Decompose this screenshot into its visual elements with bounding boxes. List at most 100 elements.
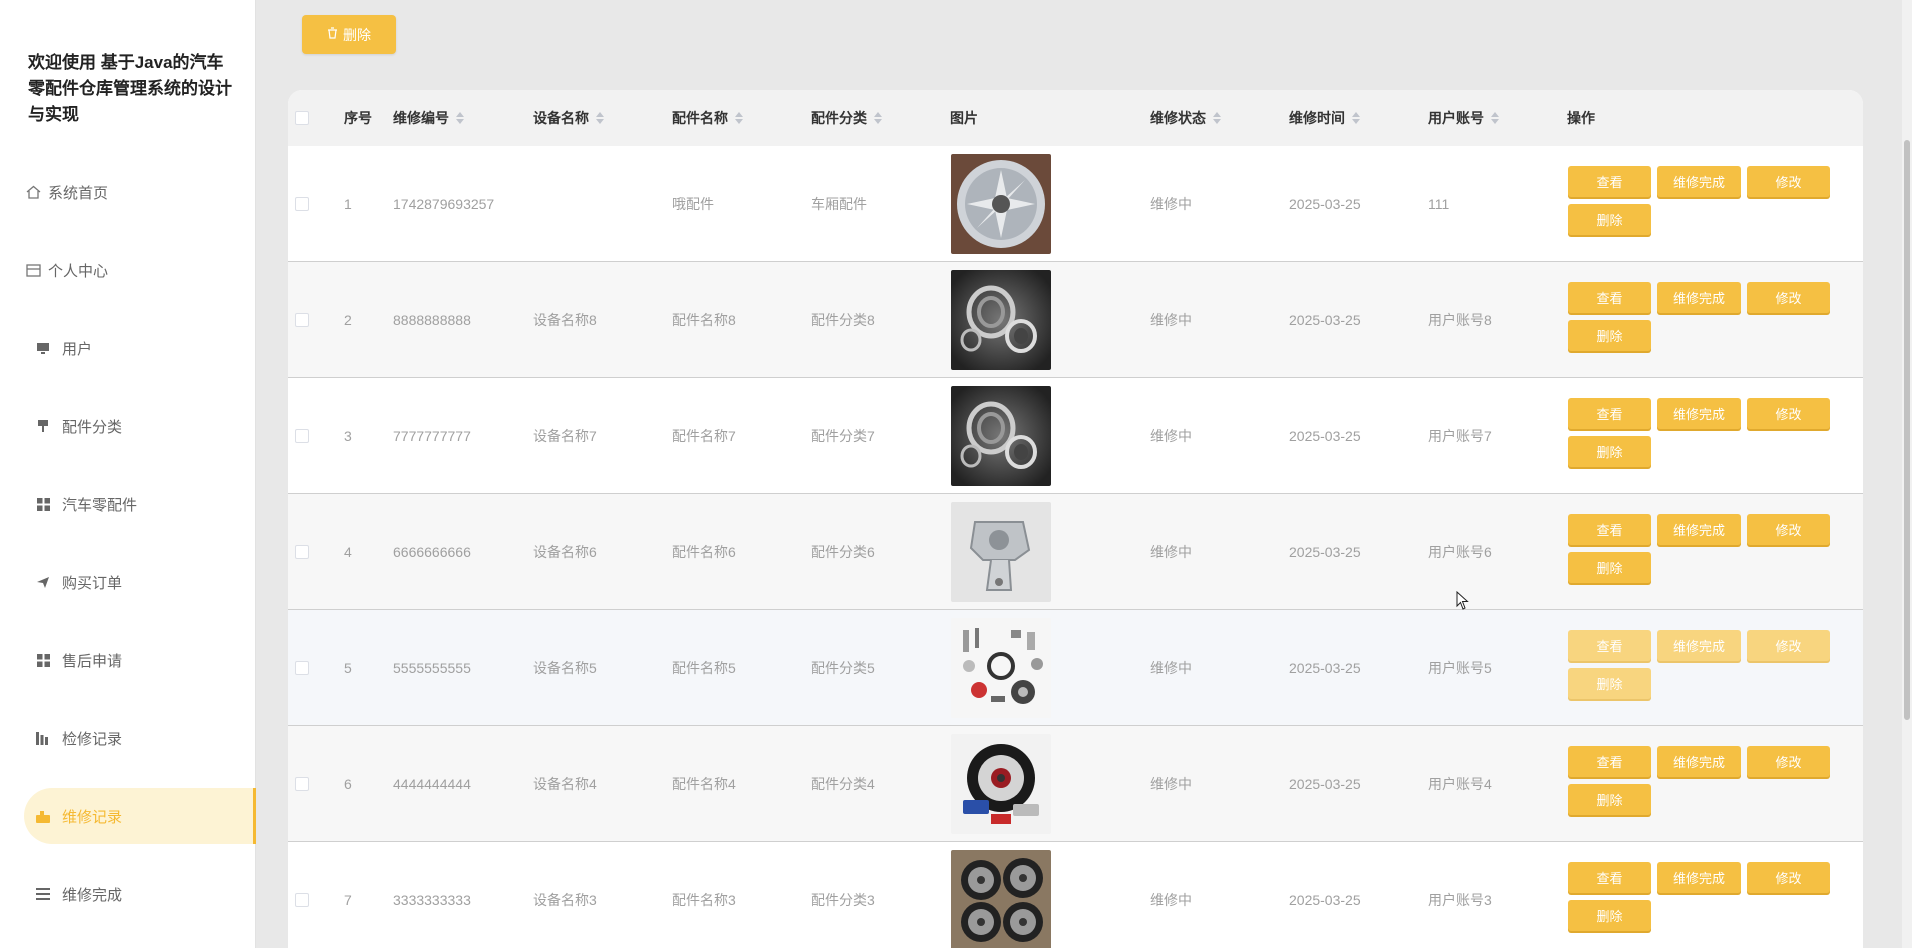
col-category[interactable]: 配件分类 [811,90,882,146]
mark-complete-button[interactable]: 维修完成 [1657,398,1741,429]
sidebar-item-parts[interactable]: 汽车零配件 [24,476,256,532]
edit-button[interactable]: 修改 [1747,398,1830,429]
row-checkbox[interactable] [295,146,309,262]
sort-icon[interactable] [596,111,604,125]
table-row[interactable]: 4 6666666666 设备名称6 配件名称6 配件分类6 维修中 2025-03-25 用… [288,494,1863,610]
table-row[interactable]: 5 5555555555 设备名称5 配件名称5 配件分类5 维修中 2025-03-25 用… [288,610,1863,726]
col-part[interactable]: 配件名称 [672,90,743,146]
delete-button[interactable]: 删除 [1568,784,1651,815]
view-button[interactable]: 查看 [1568,282,1651,313]
edit-button[interactable]: 修改 [1747,282,1830,313]
sort-icon[interactable] [1352,111,1360,125]
part-thumbnail[interactable] [951,850,1051,948]
delete-button[interactable]: 删除 [1568,668,1651,699]
col-ops: 操作 [1567,110,1595,126]
sidebar-item-categories[interactable]: 配件分类 [24,398,256,454]
col-code[interactable]: 维修编号 [393,90,464,146]
col-status[interactable]: 维修状态 [1150,90,1221,146]
cell-image[interactable] [951,146,1051,262]
row-checkbox[interactable] [295,610,309,726]
scrollbar[interactable] [1902,0,1912,948]
sidebar-item-home[interactable]: 系统首页 [24,164,256,220]
sidebar: 欢迎使用 基于Java的汽车零配件仓库管理系统的设计与实现 系统首页 个人中心 … [0,0,256,948]
view-button[interactable]: 查看 [1568,746,1651,777]
edit-button[interactable]: 修改 [1747,514,1830,545]
row-checkbox[interactable] [295,842,309,948]
sidebar-item-users[interactable]: 用户 [24,320,256,376]
part-thumbnail[interactable] [951,154,1051,254]
sidebar-item-repair-complete[interactable]: 维修完成 [24,866,256,922]
sort-icon[interactable] [735,111,743,125]
table-row[interactable]: 3 7777777777 设备名称7 配件名称7 配件分类7 维修中 2025-03-25 用… [288,378,1863,494]
list-icon [34,886,52,902]
delete-button[interactable]: 删除 [1568,900,1651,931]
table-row[interactable]: 6 4444444444 设备名称4 配件名称4 配件分类4 维修中 2025-03-25 用… [288,726,1863,842]
cell-status: 维修中 [1150,312,1192,328]
mark-complete-button[interactable]: 维修完成 [1657,166,1741,197]
table-row[interactable]: 2 8888888888 设备名称8 配件名称8 配件分类8 维修中 2025-03-25 用… [288,262,1863,378]
sort-icon[interactable] [1491,111,1499,125]
delete-button[interactable]: 删除 [1568,320,1651,351]
edit-button[interactable]: 修改 [1747,166,1830,197]
sidebar-item-aftersale[interactable]: 售后申请 [24,632,256,688]
sort-icon[interactable] [1213,111,1221,125]
col-time[interactable]: 维修时间 [1289,90,1360,146]
view-button[interactable]: 查看 [1568,862,1651,893]
table-header: 序号 维修编号 设备名称 配件名称 配件分类 图片 维修状态 维修时间 用户账号… [288,90,1863,146]
row-checkbox[interactable] [295,726,309,842]
cell-time: 2025-03-25 [1289,892,1361,908]
cell-image[interactable] [951,842,1051,948]
sort-icon[interactable] [456,111,464,125]
cell-image[interactable] [951,494,1051,610]
sort-icon[interactable] [874,111,882,125]
mark-complete-button[interactable]: 维修完成 [1657,746,1741,777]
view-button[interactable]: 查看 [1568,514,1651,545]
edit-button[interactable]: 修改 [1747,862,1830,893]
cell-category: 配件分类3 [811,892,875,908]
row-checkbox[interactable] [295,378,309,494]
cell-device: 设备名称4 [533,776,597,792]
part-thumbnail[interactable] [951,734,1051,834]
mark-complete-button[interactable]: 维修完成 [1657,282,1741,313]
cell-category: 配件分类5 [811,660,875,676]
col-account[interactable]: 用户账号 [1428,90,1499,146]
row-checkbox[interactable] [295,494,309,610]
batch-delete-button[interactable]: 删除 [302,15,396,54]
select-all-checkbox[interactable] [295,90,309,146]
sidebar-item-label: 购买订单 [62,574,123,592]
delete-button[interactable]: 删除 [1568,204,1651,235]
cell-image[interactable] [951,726,1051,842]
table-row[interactable]: 1 1742879693257 哦配件 车厢配件 维修中 2025-03-25 111 查看维… [288,146,1863,262]
cell-device: 设备名称3 [533,892,597,908]
table-row[interactable]: 7 3333333333 设备名称3 配件名称3 配件分类3 维修中 2025-03-25 用… [288,842,1863,948]
cell-image[interactable] [951,610,1051,726]
monitor-icon [34,340,52,356]
cell-time: 2025-03-25 [1289,428,1361,444]
row-checkbox[interactable] [295,262,309,378]
cell-device: 设备名称8 [533,312,597,328]
delete-button[interactable]: 删除 [1568,552,1651,583]
sidebar-item-profile[interactable]: 个人中心 [24,242,256,298]
mark-complete-button[interactable]: 维修完成 [1657,862,1741,893]
cell-code: 8888888888 [393,312,471,328]
view-button[interactable]: 查看 [1568,398,1651,429]
sidebar-item-inspection[interactable]: 检修记录 [24,710,256,766]
part-thumbnail[interactable] [951,270,1051,370]
edit-button[interactable]: 修改 [1747,746,1830,777]
view-button[interactable]: 查看 [1568,166,1651,197]
part-thumbnail[interactable] [951,618,1051,718]
sidebar-item-orders[interactable]: 购买订单 [24,554,256,610]
sidebar-item-repair-records[interactable]: 维修记录 [24,788,256,844]
scrollbar-thumb[interactable] [1904,140,1910,720]
view-button[interactable]: 查看 [1568,630,1651,661]
edit-button[interactable]: 修改 [1747,630,1830,661]
mark-complete-button[interactable]: 维修完成 [1657,514,1741,545]
part-thumbnail[interactable] [951,502,1051,602]
cell-image[interactable] [951,262,1051,378]
mark-complete-button[interactable]: 维修完成 [1657,630,1741,661]
cell-account: 用户账号4 [1428,776,1492,792]
cell-image[interactable] [951,378,1051,494]
col-device[interactable]: 设备名称 [533,90,604,146]
part-thumbnail[interactable] [951,386,1051,486]
delete-button[interactable]: 删除 [1568,436,1651,467]
